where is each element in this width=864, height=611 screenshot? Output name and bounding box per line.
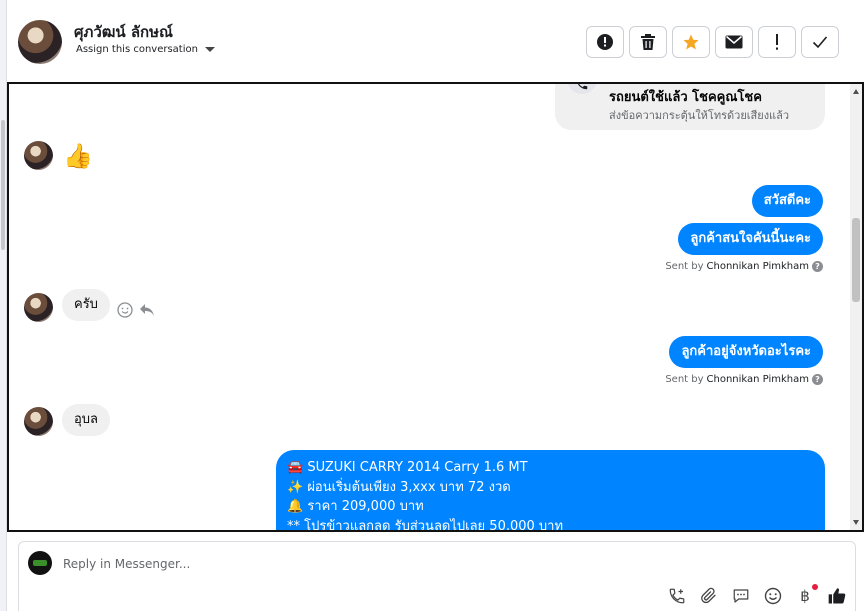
reply-input[interactable] — [63, 555, 823, 573]
delete-button[interactable] — [629, 26, 667, 58]
listing-line: ** โปรข้าวแลกลด รับส่วนลดไปเลย 50,000 บา… — [287, 518, 564, 532]
left-scrollbar-thumb[interactable] — [1, 120, 5, 250]
thumbs-up-message[interactable]: 👍 — [63, 142, 93, 170]
spam-alert-button[interactable] — [586, 26, 624, 58]
composer-toolbar: ฿ — [667, 584, 847, 606]
phone-icon — [567, 84, 597, 94]
done-button[interactable] — [801, 26, 839, 58]
assign-conversation-dropdown[interactable]: Assign this conversation — [76, 44, 215, 55]
payment-baht-icon[interactable]: ฿ — [795, 584, 818, 606]
notification-dot — [812, 584, 818, 590]
left-scrollbar[interactable] — [0, 0, 7, 611]
help-icon[interactable]: ? — [812, 261, 823, 272]
important-button[interactable] — [758, 26, 796, 58]
alert-circle-icon — [597, 34, 613, 50]
car-listing-message[interactable]: 🚘 SUZUKI CARRY 2014 Carry 1.6 MT ✨ ผ่อนเ… — [276, 450, 825, 532]
sender-avatar[interactable] — [24, 407, 53, 436]
conversation-header: ศุภวัฒน์ ลักษณ์ Assign this conversation — [8, 0, 864, 82]
message-actions — [117, 302, 155, 318]
sent-by-name[interactable]: Chonnikan Pimkham — [707, 261, 809, 272]
add-call-icon[interactable] — [667, 586, 687, 606]
assign-label: Assign this conversation — [76, 44, 198, 55]
thumbs-up-send-icon[interactable] — [827, 586, 847, 606]
scroll-down-arrow-icon[interactable] — [853, 520, 859, 525]
help-icon[interactable]: ? — [812, 374, 823, 385]
checkmark-icon — [812, 36, 828, 49]
thread-scrollbar[interactable] — [850, 84, 862, 530]
contact-name[interactable]: ศุภวัฒน์ ลักษณ์ — [74, 20, 173, 44]
listing-line: 🔔 ราคา 209,000 บาท — [287, 499, 424, 514]
react-emoji-icon[interactable] — [117, 302, 133, 318]
message-bubble-outgoing[interactable]: ลูกค้าอยู่จังหวัดอะไรคะ — [669, 336, 823, 368]
scrollbar-thumb[interactable] — [852, 218, 860, 302]
contact-avatar[interactable] — [18, 20, 62, 64]
caret-down-icon — [204, 47, 215, 52]
saved-reply-icon[interactable] — [731, 586, 751, 606]
message-bubble-incoming[interactable]: อุบล — [62, 404, 111, 436]
envelope-icon — [725, 35, 743, 49]
message-bubble-outgoing[interactable]: ลูกค้าสนใจคันนี้นะคะ — [678, 223, 823, 255]
star-icon — [683, 34, 699, 50]
star-button[interactable] — [672, 26, 710, 58]
message-bubble-outgoing[interactable]: สวัสดีคะ — [751, 185, 823, 217]
mark-unread-button[interactable] — [715, 26, 753, 58]
message-thread[interactable]: รถยนต์ใช้แล้ว โชคคูณโชค ส่งข้อความกระตุ้… — [7, 82, 864, 532]
page-avatar — [28, 551, 52, 575]
message-bubble-incoming[interactable]: ครับ — [62, 289, 110, 321]
sender-avatar[interactable] — [24, 293, 53, 322]
call-prompt-subtitle: ส่งข้อความกระตุ้นให้โทรด้วยเสียงแล้ว — [609, 109, 790, 122]
sent-by-name[interactable]: Chonnikan Pimkham — [707, 374, 809, 385]
reply-composer: ฿ — [18, 541, 856, 611]
sender-avatar[interactable] — [24, 141, 53, 170]
sent-by-prefix: Sent by — [665, 374, 704, 385]
reply-icon[interactable] — [139, 303, 155, 317]
emoji-icon[interactable] — [763, 586, 783, 606]
scroll-up-arrow-icon[interactable] — [853, 89, 859, 94]
call-prompt-card[interactable]: รถยนต์ใช้แล้ว โชคคูณโชค ส่งข้อความกระตุ้… — [555, 84, 825, 130]
listing-line: ✨ ผ่อนเริ่มต้นเพียง 3,xxx บาท 72 งวด — [287, 479, 511, 495]
sent-by-label: Sent by Chonnikan Pimkham ? — [665, 261, 823, 272]
sent-by-prefix: Sent by — [665, 261, 704, 272]
exclamation-icon — [776, 34, 778, 50]
listing-line: 🚘 SUZUKI CARRY 2014 Carry 1.6 MT — [287, 460, 528, 475]
inbox-conversation: ศุภวัฒน์ ลักษณ์ Assign this conversation — [0, 0, 864, 611]
trash-icon — [641, 34, 655, 50]
attachment-icon[interactable] — [699, 586, 719, 606]
sent-by-label: Sent by Chonnikan Pimkham ? — [665, 374, 823, 385]
call-prompt-title: รถยนต์ใช้แล้ว โชคคูณโชค — [609, 90, 762, 105]
